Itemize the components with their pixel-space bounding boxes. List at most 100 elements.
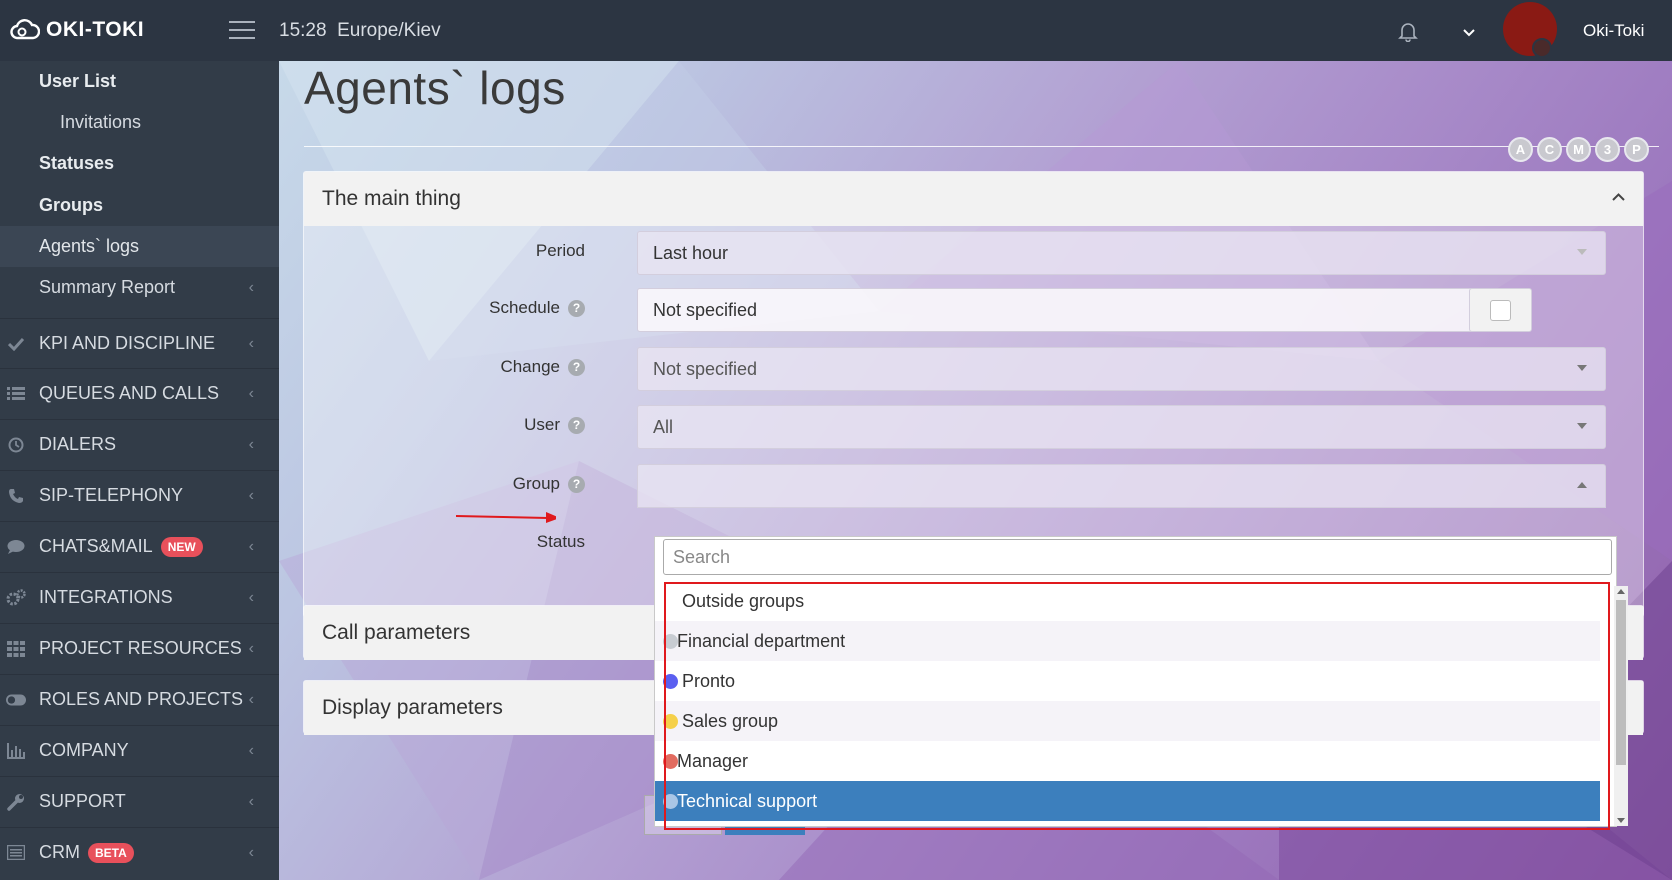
- option-pronto[interactable]: Pronto: [655, 661, 1600, 701]
- sidebar-item-groups[interactable]: Groups: [0, 185, 279, 226]
- color-dot: [663, 634, 678, 649]
- help-icon[interactable]: ?: [568, 476, 585, 494]
- dropdown-scrollbar[interactable]: [1614, 586, 1628, 826]
- group-select[interactable]: [637, 464, 1606, 508]
- user-select[interactable]: All: [637, 405, 1606, 449]
- option-label: Manager: [677, 750, 749, 771]
- top-bar: OKI-TOKI 15:28 Europe/Kiev Oki-Toki: [0, 0, 1672, 61]
- table-icon: [6, 844, 26, 862]
- mode-circle-3[interactable]: 3: [1595, 137, 1620, 162]
- sidebar-item-support[interactable]: SUPPORT ‹: [0, 776, 279, 826]
- color-dot: [663, 714, 678, 729]
- schedule-checkbox[interactable]: [1469, 288, 1532, 332]
- sidebar-item-dialers[interactable]: DIALERS ‹: [0, 419, 279, 469]
- schedule-value: Not specified: [653, 299, 758, 320]
- option-label: Outside groups: [682, 590, 805, 611]
- sidebar-item-label: Groups: [39, 195, 104, 215]
- page-title: Agents` logs: [304, 62, 566, 114]
- search-input[interactable]: Search: [663, 539, 1612, 575]
- option-sales-group[interactable]: Sales group: [655, 701, 1600, 741]
- option-label: Sales group: [682, 710, 779, 731]
- phone-icon: [6, 487, 26, 505]
- sidebar-item-project-resources[interactable]: PROJECT RESOURCES ‹: [0, 623, 279, 673]
- option-outside-groups[interactable]: Outside groups: [655, 581, 1600, 621]
- panel-main-thing-header[interactable]: The main thing: [304, 172, 1643, 226]
- option-manager[interactable]: Manager: [655, 741, 1600, 781]
- change-select[interactable]: Not specified: [637, 347, 1606, 391]
- user-label: User?: [285, 415, 585, 435]
- time-text: 15:28: [279, 20, 327, 41]
- chevron-left-icon: ‹: [248, 384, 254, 402]
- sidebar-item-company[interactable]: COMPANY ‹: [0, 725, 279, 775]
- chevron-up-icon[interactable]: [1612, 188, 1625, 206]
- chevron-left-icon: ‹: [248, 588, 254, 606]
- period-label-text: Period: [535, 241, 585, 260]
- sidebar-item-user-list[interactable]: User List: [0, 61, 279, 102]
- scroll-down-icon[interactable]: [1617, 818, 1625, 823]
- schedule-label: Schedule?: [285, 298, 585, 318]
- sidebar-item-crm[interactable]: CRM BETA ‹: [0, 827, 279, 877]
- mode-circle-c[interactable]: C: [1537, 137, 1562, 162]
- color-dot: [663, 674, 678, 689]
- menu-toggle-icon[interactable]: [229, 21, 255, 41]
- scroll-up-icon[interactable]: [1617, 589, 1625, 594]
- sidebar-item-label: COMPANY: [39, 740, 129, 760]
- bell-icon[interactable]: [1398, 20, 1418, 47]
- schedule-select[interactable]: Not specified: [637, 288, 1501, 332]
- group-dropdown: Search Outside groups Financial departme…: [654, 536, 1617, 827]
- logo[interactable]: OKI-TOKI: [10, 18, 144, 42]
- clock: 15:28 Europe/Kiev: [279, 20, 441, 42]
- group-label-text: Group: [512, 474, 560, 493]
- help-icon[interactable]: ?: [568, 300, 585, 318]
- user-label-text: User: [524, 415, 560, 434]
- sidebar-item-summary-report[interactable]: Summary Report ‹: [0, 267, 279, 308]
- option-technical-support[interactable]: Technical support: [655, 781, 1600, 821]
- change-label: Change?: [285, 357, 585, 377]
- avatar-status-dot: [1532, 38, 1552, 58]
- chevron-left-icon: ‹: [248, 435, 254, 453]
- chevron-left-icon: ‹: [248, 690, 254, 708]
- sidebar-item-queues[interactable]: QUEUES AND CALLS ‹: [0, 368, 279, 418]
- option-label: Financial department: [677, 630, 846, 651]
- timezone-text: Europe/Kiev: [337, 20, 441, 41]
- sidebar-item-agents-logs[interactable]: Agents` logs: [0, 226, 279, 267]
- scrollbar-thumb[interactable]: [1616, 600, 1626, 765]
- username[interactable]: Oki-Toki: [1583, 21, 1644, 41]
- sidebar-item-label: Agents` logs: [39, 236, 140, 256]
- period-select[interactable]: Last hour: [637, 231, 1606, 275]
- dropdown-arrow-up-icon: [1577, 482, 1587, 488]
- sidebar-item-roles-projects[interactable]: ROLES AND PROJECTS ‹: [0, 674, 279, 724]
- mode-circle-m[interactable]: M: [1566, 137, 1591, 162]
- chat-icon: [6, 538, 26, 556]
- user-value: All: [653, 416, 674, 437]
- sidebar-item-statuses[interactable]: Statuses: [0, 143, 279, 184]
- mode-circle-a[interactable]: A: [1508, 137, 1533, 162]
- help-icon[interactable]: ?: [568, 417, 585, 435]
- title-divider: [304, 146, 1659, 147]
- help-icon[interactable]: ?: [568, 359, 585, 377]
- new-badge: NEW: [160, 536, 203, 557]
- mode-circle-p[interactable]: P: [1624, 137, 1649, 162]
- sidebar-item-chats-mail[interactable]: CHATS&MAIL NEW ‹: [0, 521, 279, 571]
- chevron-left-icon: ‹: [248, 792, 254, 810]
- sidebar-item-integrations[interactable]: INTEGRATIONS ‹: [0, 572, 279, 622]
- dropdown-arrow-icon: [1577, 249, 1587, 255]
- sidebar-item-label: INTEGRATIONS: [39, 587, 173, 607]
- logo-text: OKI-TOKI: [46, 18, 145, 41]
- sidebar-item-kpi[interactable]: KPI AND DISCIPLINE ‹: [0, 318, 279, 368]
- bar-chart-icon: [6, 742, 26, 760]
- option-financial-department[interactable]: Financial department: [655, 621, 1600, 661]
- chevron-down-icon[interactable]: [1463, 24, 1475, 40]
- sidebar-item-label: DIALERS: [39, 434, 117, 454]
- color-dot: [663, 754, 678, 769]
- sidebar-item-sip[interactable]: SIP-TELEPHONY ‹: [0, 470, 279, 520]
- sidebar-item-invitations[interactable]: Invitations: [0, 102, 279, 143]
- sidebar-item-label: Statuses: [39, 153, 115, 173]
- chevron-left-icon: ‹: [248, 537, 254, 555]
- option-label: Technical support: [677, 790, 818, 811]
- group-label: Group?: [285, 474, 585, 494]
- sidebar-item-label: Summary Report: [39, 277, 176, 297]
- dropdown-arrow-icon: [1577, 423, 1587, 429]
- color-dot: [663, 794, 678, 809]
- change-label-text: Change: [500, 357, 560, 376]
